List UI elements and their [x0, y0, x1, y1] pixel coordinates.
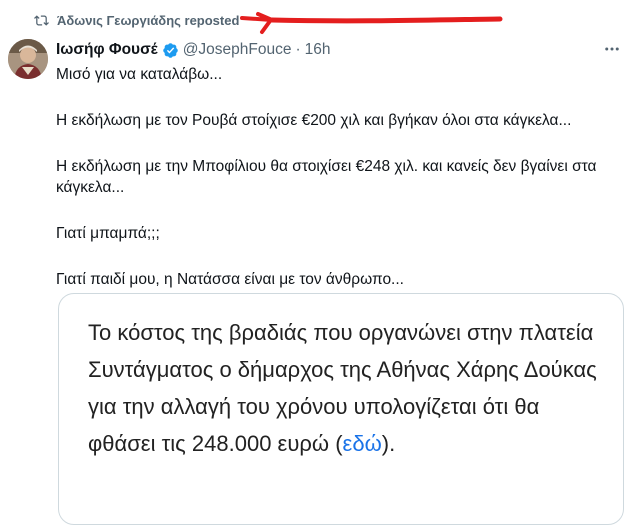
avatar[interactable]: [8, 39, 48, 79]
verified-badge-icon: [162, 42, 179, 59]
repost-icon: [34, 13, 49, 28]
tweet-line: Μισό για να καταλάβω...: [56, 66, 223, 83]
tweet-header: Ιωσήφ Φουσέ @JosephFouce · 16h: [56, 39, 331, 61]
more-options-icon[interactable]: [600, 39, 624, 59]
quoted-content-card[interactable]: Το κόστος της βραδιάς που οργανώνει στην…: [58, 293, 624, 525]
tweet-line: Γιατί παιδί μου, η Νατάσσα είναι με τον …: [56, 271, 404, 288]
repost-label[interactable]: Άδωνις Γεωργιάδης reposted: [57, 13, 239, 28]
tweet-line: Η εκδήλωση με τον Ρουβά στοίχισε €200 χι…: [56, 112, 572, 129]
quoted-open-paren: (: [329, 431, 343, 456]
timestamp[interactable]: 16h: [305, 41, 331, 59]
author-name[interactable]: Ιωσήφ Φουσέ: [56, 41, 158, 59]
quoted-close: ).: [381, 431, 396, 456]
quoted-link[interactable]: εδώ: [343, 431, 382, 456]
quoted-text: Το κόστος της βραδιάς που οργανώνει στην…: [88, 314, 608, 462]
author-handle[interactable]: @JosephFouce: [183, 41, 292, 59]
tweet-line: Η εκδήλωση με την Μποφίλιου θα στοιχίσει…: [56, 158, 597, 196]
repost-header: Άδωνις Γεωργιάδης reposted: [34, 10, 239, 30]
red-arrow-annotation: [240, 12, 503, 34]
tweet-text: Μισό για να καταλάβω... Η εκδήλωση με το…: [56, 64, 626, 290]
separator-dot: ·: [295, 41, 301, 58]
tweet-line: Γιατί μπαμπά;;;: [56, 225, 160, 242]
